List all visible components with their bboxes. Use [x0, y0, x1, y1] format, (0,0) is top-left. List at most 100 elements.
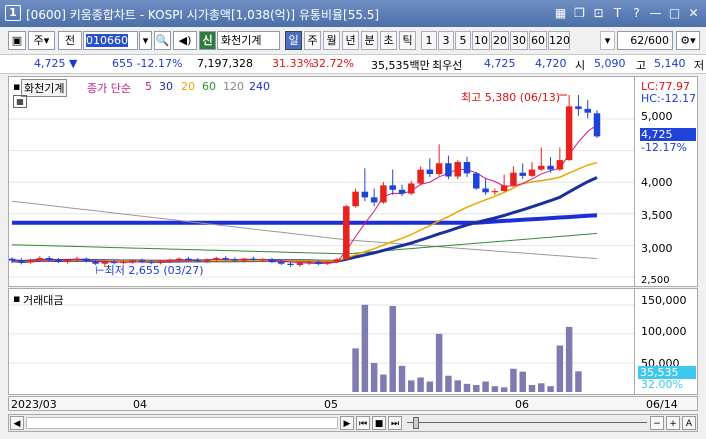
zoom-slider-track[interactable]	[407, 422, 647, 423]
candle-body	[185, 258, 192, 260]
search-type-select[interactable]: 전	[58, 31, 82, 50]
candle-body	[166, 259, 174, 262]
scroll-thumb[interactable]	[26, 417, 338, 429]
candle-body	[575, 106, 582, 109]
period-tab[interactable]: 월	[323, 31, 340, 50]
low-annotation: ⊢최저 2,655 (03/27)	[95, 264, 204, 277]
ma-20-label: 20	[181, 80, 195, 93]
candle-body	[268, 259, 276, 262]
volume-bar	[491, 386, 499, 392]
candle-body	[18, 260, 25, 263]
settings-icon[interactable]: ⚙▾	[676, 31, 700, 50]
date-label: 06	[515, 398, 529, 411]
stop-icon[interactable]: ■	[372, 416, 386, 430]
table-icon[interactable]: ▦	[13, 95, 27, 108]
volume-bar	[528, 385, 536, 392]
interval-button[interactable]: 20	[491, 31, 509, 50]
last-page-icon[interactable]: ⏭	[388, 416, 402, 430]
candle-body	[380, 185, 387, 203]
stock-code-input[interactable]: 010660	[83, 31, 138, 50]
close-icon[interactable]: ✕	[685, 4, 702, 22]
low-label: 저	[694, 59, 705, 72]
candle-body	[278, 261, 285, 264]
interval-button[interactable]: 3	[438, 31, 454, 50]
data-count-input[interactable]: 62/600	[617, 31, 673, 50]
maximize-icon[interactable]: □	[666, 4, 683, 22]
zoom-out-button[interactable]: −	[650, 416, 664, 430]
volume-bar	[575, 371, 582, 392]
candle-body	[352, 191, 359, 207]
interval-button[interactable]: 60	[529, 31, 547, 50]
ma-5-label: 5	[145, 80, 152, 93]
candle-body	[73, 258, 81, 260]
candle-body	[315, 262, 322, 264]
save-icon[interactable]: ⊡	[590, 4, 607, 22]
period-tab[interactable]: 틱	[399, 31, 416, 50]
pane-menu-icon[interactable]: ▪	[13, 292, 20, 305]
pane-menu-icon[interactable]: ▪	[13, 80, 20, 93]
candle-body	[408, 183, 415, 194]
volume-pane-label: 거래대금	[23, 294, 64, 307]
window-controls: ▦ ❐ ⊡ T ? — □ ✕	[552, 4, 702, 22]
candle-body	[584, 108, 591, 113]
volume-bar	[482, 381, 489, 392]
volume-axis: 150,000 100,000 50,000 35,535 32.00%	[635, 288, 698, 395]
scroll-left-icon[interactable]: ◀	[10, 416, 24, 430]
high-annotation: 최고 5,380 (06/13)	[461, 91, 561, 104]
current-price-tag: 4,725	[640, 128, 696, 141]
grid-icon[interactable]: ▦	[552, 4, 569, 22]
text-icon[interactable]: T	[609, 4, 626, 22]
interval-button[interactable]: 30	[510, 31, 528, 50]
date-label: 2023/03	[11, 398, 57, 411]
volume-bar	[445, 375, 452, 392]
period-tab[interactable]: 주	[304, 31, 321, 50]
candle-body	[491, 191, 499, 193]
candle-body	[370, 197, 378, 203]
minimize-icon[interactable]: —	[647, 4, 664, 22]
speaker-icon[interactable]: ◀)	[173, 31, 197, 50]
price-axis: LC:77.97 HC:-12.17 5,000 4,725 -12.17% 4…	[635, 76, 698, 287]
scroll-right-icon[interactable]: ▶	[340, 416, 354, 430]
ask-price: 4,725	[484, 57, 516, 70]
open-price: 5,090	[594, 57, 626, 70]
high-price: 5,140	[654, 57, 686, 70]
title-bar: 1 [0600] 키움종합차트 - KOSPI 시가총액[1,038(억)] 유…	[0, 0, 706, 27]
candle-body	[45, 258, 53, 260]
candle-body	[473, 173, 480, 189]
price-chart-pane[interactable]: ▪ 화천기계 종가 단순 5 30 20 60 120 240 ▦ 최고 5,3…	[8, 76, 635, 287]
first-page-icon[interactable]: ⏮	[356, 416, 370, 430]
price-change: 655 -12.17%	[112, 57, 183, 70]
zoom-slider-handle[interactable]	[413, 417, 419, 429]
search-icon[interactable]: 🔍	[154, 31, 171, 50]
period-tab[interactable]: 분	[361, 31, 378, 50]
code-dropdown-icon[interactable]: ▾	[139, 31, 152, 50]
candle-body	[463, 161, 471, 174]
ma-5-line	[11, 124, 598, 265]
interval-button[interactable]: 1	[421, 31, 437, 50]
current-volume-pct: 32.00%	[641, 378, 683, 391]
chart-scrollbar[interactable]: ◀ ▶ ⏮ ■ ⏭ − + A	[8, 414, 698, 432]
interval-button[interactable]: 5	[455, 31, 471, 50]
period-tab[interactable]: 일	[285, 31, 302, 50]
interval-button[interactable]: 10	[472, 31, 490, 50]
ma-240-line	[12, 213, 598, 225]
open-label: 시	[575, 59, 586, 72]
candle-body	[83, 258, 90, 262]
period-tab[interactable]: 초	[380, 31, 397, 50]
candle-body	[194, 259, 201, 262]
volume-bar	[435, 333, 443, 392]
interval-button[interactable]: 120	[548, 31, 570, 50]
candle-body	[482, 188, 489, 193]
restore-all-icon[interactable]: ❐	[571, 4, 588, 22]
help-icon[interactable]: ?	[628, 4, 645, 22]
stock-name-label[interactable]: 화천기계	[21, 79, 68, 97]
market-type-select[interactable]: 주▾	[28, 31, 55, 50]
credit-badge: 신	[199, 31, 216, 50]
zoom-in-button[interactable]: +	[666, 416, 680, 430]
chart-type-icon[interactable]: ▣	[8, 31, 26, 50]
interval-dropdown-icon[interactable]: ▾	[600, 31, 615, 50]
font-size-button[interactable]: A	[682, 416, 696, 430]
period-tab[interactable]: 년	[342, 31, 359, 50]
price-tick: 3,000	[641, 242, 673, 255]
volume-chart-pane[interactable]: ▪ 거래대금	[8, 288, 635, 395]
